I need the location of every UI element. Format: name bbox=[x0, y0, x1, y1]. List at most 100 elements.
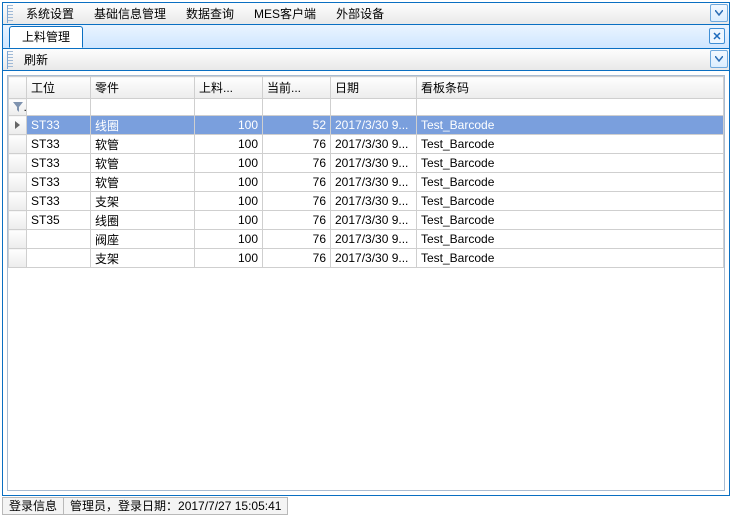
cell-date[interactable]: 2017/3/30 9... bbox=[331, 154, 417, 173]
cell-cur[interactable]: 76 bbox=[263, 154, 331, 173]
cell-part[interactable]: 支架 bbox=[91, 192, 195, 211]
toolbar: 刷新 bbox=[3, 49, 729, 71]
cell-date[interactable]: 2017/3/30 9... bbox=[331, 230, 417, 249]
col-header-load-qty[interactable]: 上料... bbox=[195, 77, 263, 99]
status-login-label: 登录信息 bbox=[2, 497, 64, 515]
cell-cur[interactable]: 76 bbox=[263, 230, 331, 249]
col-header-current[interactable]: 当前... bbox=[263, 77, 331, 99]
filter-cell[interactable] bbox=[27, 99, 91, 116]
table-row[interactable]: ST35线圈100762017/3/30 9...Test_Barcode bbox=[9, 211, 724, 230]
cell-part[interactable]: 支架 bbox=[91, 249, 195, 268]
row-indicator-header bbox=[9, 77, 27, 99]
filter-icon bbox=[13, 102, 23, 112]
filter-cell[interactable] bbox=[263, 99, 331, 116]
tab-close-button[interactable]: ✕ bbox=[709, 28, 725, 44]
cell-part[interactable]: 线圈 bbox=[91, 116, 195, 135]
cell-part[interactable]: 软管 bbox=[91, 154, 195, 173]
cell-part[interactable]: 阀座 bbox=[91, 230, 195, 249]
cell-qty[interactable]: 100 bbox=[195, 249, 263, 268]
menubar-grip[interactable] bbox=[7, 5, 13, 23]
menu-mes-client[interactable]: MES客户端 bbox=[244, 4, 326, 24]
cell-qty[interactable]: 100 bbox=[195, 154, 263, 173]
cell-cur[interactable]: 76 bbox=[263, 135, 331, 154]
toolbar-overflow-button[interactable] bbox=[710, 50, 728, 68]
menu-external-device[interactable]: 外部设备 bbox=[326, 4, 394, 24]
cell-station[interactable]: ST33 bbox=[27, 192, 91, 211]
cell-date[interactable]: 2017/3/30 9... bbox=[331, 135, 417, 154]
cell-cur[interactable]: 76 bbox=[263, 211, 331, 230]
filter-cell[interactable] bbox=[91, 99, 195, 116]
cell-barcode[interactable]: Test_Barcode bbox=[417, 211, 724, 230]
row-indicator[interactable] bbox=[9, 116, 27, 135]
cell-part[interactable]: 软管 bbox=[91, 135, 195, 154]
menubar-overflow-button[interactable] bbox=[710, 4, 728, 22]
data-grid[interactable]: 工位 零件 上料... 当前... 日期 看板条码 bbox=[7, 75, 725, 491]
cell-cur[interactable]: 52 bbox=[263, 116, 331, 135]
table-row[interactable]: 阀座100762017/3/30 9...Test_Barcode bbox=[9, 230, 724, 249]
cell-qty[interactable]: 100 bbox=[195, 135, 263, 154]
menu-system-settings[interactable]: 系统设置 bbox=[16, 4, 84, 24]
cell-qty[interactable]: 100 bbox=[195, 192, 263, 211]
cell-barcode[interactable]: Test_Barcode bbox=[417, 154, 724, 173]
cell-cur[interactable]: 76 bbox=[263, 173, 331, 192]
table-row[interactable]: ST33线圈100522017/3/30 9...Test_Barcode bbox=[9, 116, 724, 135]
filter-indicator[interactable] bbox=[9, 99, 27, 116]
cell-station[interactable]: ST33 bbox=[27, 154, 91, 173]
cell-date[interactable]: 2017/3/30 9... bbox=[331, 173, 417, 192]
cell-station[interactable]: ST33 bbox=[27, 135, 91, 154]
col-header-station[interactable]: 工位 bbox=[27, 77, 91, 99]
cell-barcode[interactable]: Test_Barcode bbox=[417, 173, 724, 192]
cell-date[interactable]: 2017/3/30 9... bbox=[331, 211, 417, 230]
row-indicator[interactable] bbox=[9, 230, 27, 249]
status-login-text: 管理员，登录日期：2017/7/27 15:05:41 bbox=[64, 497, 288, 515]
cell-barcode[interactable]: Test_Barcode bbox=[417, 135, 724, 154]
menubar: 系统设置 基础信息管理 数据查询 MES客户端 外部设备 bbox=[3, 3, 729, 25]
row-indicator[interactable] bbox=[9, 154, 27, 173]
col-header-part[interactable]: 零件 bbox=[91, 77, 195, 99]
statusbar: 登录信息 管理员，登录日期：2017/7/27 15:05:41 bbox=[2, 497, 730, 515]
cell-qty[interactable]: 100 bbox=[195, 211, 263, 230]
filter-cell[interactable] bbox=[195, 99, 263, 116]
filter-cell[interactable] bbox=[331, 99, 417, 116]
cell-part[interactable]: 软管 bbox=[91, 173, 195, 192]
table-row[interactable]: ST33软管100762017/3/30 9...Test_Barcode bbox=[9, 173, 724, 192]
cell-date[interactable]: 2017/3/30 9... bbox=[331, 249, 417, 268]
cell-qty[interactable]: 100 bbox=[195, 173, 263, 192]
cell-cur[interactable]: 76 bbox=[263, 192, 331, 211]
grid-header-row: 工位 零件 上料... 当前... 日期 看板条码 bbox=[9, 77, 724, 99]
row-indicator[interactable] bbox=[9, 135, 27, 154]
tab-material-loading[interactable]: 上料管理 bbox=[9, 26, 83, 48]
row-indicator[interactable] bbox=[9, 211, 27, 230]
cell-station[interactable] bbox=[27, 230, 91, 249]
cell-barcode[interactable]: Test_Barcode bbox=[417, 230, 724, 249]
cell-qty[interactable]: 100 bbox=[195, 116, 263, 135]
cell-barcode[interactable]: Test_Barcode bbox=[417, 116, 724, 135]
table-row[interactable]: 支架100762017/3/30 9...Test_Barcode bbox=[9, 249, 724, 268]
row-indicator[interactable] bbox=[9, 249, 27, 268]
table-row[interactable]: ST33支架100762017/3/30 9...Test_Barcode bbox=[9, 192, 724, 211]
cell-station[interactable]: ST35 bbox=[27, 211, 91, 230]
col-header-date[interactable]: 日期 bbox=[331, 77, 417, 99]
toolbar-grip[interactable] bbox=[7, 51, 13, 69]
table-row[interactable]: ST33软管100762017/3/30 9...Test_Barcode bbox=[9, 135, 724, 154]
col-header-barcode[interactable]: 看板条码 bbox=[417, 77, 724, 99]
grid-filter-row[interactable] bbox=[9, 99, 724, 116]
cell-station[interactable] bbox=[27, 249, 91, 268]
row-indicator[interactable] bbox=[9, 173, 27, 192]
menu-data-query[interactable]: 数据查询 bbox=[176, 4, 244, 24]
cell-date[interactable]: 2017/3/30 9... bbox=[331, 116, 417, 135]
cell-qty[interactable]: 100 bbox=[195, 230, 263, 249]
cell-barcode[interactable]: Test_Barcode bbox=[417, 192, 724, 211]
row-indicator[interactable] bbox=[9, 192, 27, 211]
tabbar: 上料管理 ✕ bbox=[3, 25, 729, 49]
cell-station[interactable]: ST33 bbox=[27, 173, 91, 192]
cell-date[interactable]: 2017/3/30 9... bbox=[331, 192, 417, 211]
menu-basic-info[interactable]: 基础信息管理 bbox=[84, 4, 176, 24]
refresh-button[interactable]: 刷新 bbox=[16, 50, 56, 70]
cell-station[interactable]: ST33 bbox=[27, 116, 91, 135]
cell-barcode[interactable]: Test_Barcode bbox=[417, 249, 724, 268]
cell-cur[interactable]: 76 bbox=[263, 249, 331, 268]
cell-part[interactable]: 线圈 bbox=[91, 211, 195, 230]
filter-cell[interactable] bbox=[417, 99, 724, 116]
table-row[interactable]: ST33软管100762017/3/30 9...Test_Barcode bbox=[9, 154, 724, 173]
